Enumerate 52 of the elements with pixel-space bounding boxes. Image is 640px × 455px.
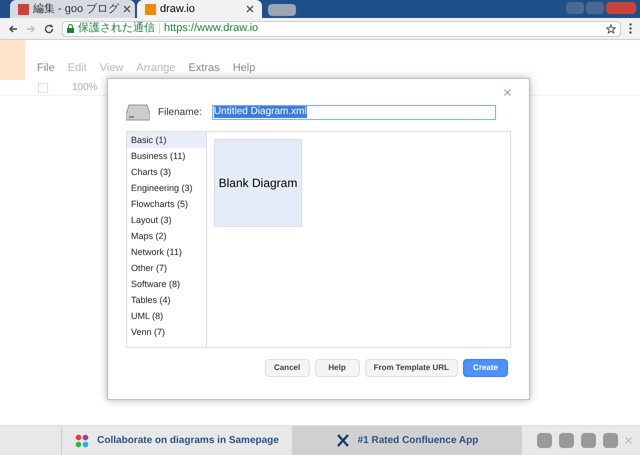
site-icon [18,4,29,14]
menu-icon[interactable] [629,23,632,34]
category-item[interactable]: Tables (4) [127,292,206,308]
category-item[interactable]: Engineering (3) [127,180,206,196]
footer-link-text: #1 Rated Confluence App [358,434,478,448]
menu-item[interactable]: Help [232,60,256,76]
security-label: 保護された通信 [78,20,155,36]
category-item[interactable]: UML (8) [127,308,206,324]
browser-tab[interactable]: 編集 - goo ブログ [10,0,135,18]
close-window-button[interactable] [606,2,636,14]
filename-field[interactable]: Untitled Diagram.xml [212,104,496,120]
browser-tab[interactable]: draw.io [137,0,262,18]
category-item[interactable]: Network (11) [127,244,206,260]
filename-value: Untitled Diagram.xml [214,106,307,118]
site-icon [145,4,156,14]
dialog-button[interactable]: Help [314,359,360,377]
menu-item[interactable]: File [37,60,55,76]
app-logo [0,40,25,80]
category-item[interactable]: Other (7) [127,260,206,276]
category-item[interactable]: Venn (7) [127,324,206,340]
category-item[interactable]: Business (11) [127,148,206,164]
address-bar[interactable]: 保護された通信 https://www.draw.io [62,20,621,36]
dialog-button[interactable]: From Template URL [364,359,458,377]
category-item[interactable]: Software (8) [127,276,206,292]
footer-link[interactable]: Collaborate on diagrams in Samepage [62,426,292,455]
footer-link[interactable]: #1 Rated Confluence App [292,426,522,455]
star-icon[interactable] [606,24,616,34]
reload-icon[interactable] [44,24,54,34]
tab-title: 編集 - goo ブログ [33,2,120,17]
category-item[interactable]: Maps (2) [127,228,206,244]
menu-item[interactable]: Extras [188,60,220,76]
template-tile[interactable]: Blank Diagram [214,139,302,227]
minimize-button[interactable] [566,2,584,14]
filename-label: Filename: [158,106,202,120]
new-tab-button[interactable] [268,4,296,16]
back-icon[interactable] [8,24,18,34]
close-icon[interactable] [246,5,254,13]
tab-title: draw.io [160,2,196,17]
dialog-button[interactable]: Cancel [264,359,310,377]
url-text: https://www.draw.io [164,21,260,36]
drive-icon [126,104,150,120]
category-item[interactable]: Basic (1) [127,132,206,148]
category-item[interactable]: Charts (3) [127,164,206,180]
close-icon[interactable] [123,5,132,13]
footer-link-text: Collaborate on diagrams in Samepage [97,434,279,448]
forward-icon[interactable] [26,24,36,34]
category-item[interactable]: Flowcharts (5) [127,196,206,212]
category-item[interactable]: Layout (3) [127,212,206,228]
maximize-button[interactable] [586,2,604,14]
lock-icon [67,24,74,33]
dots-logo-icon [75,434,90,448]
format-icon[interactable] [38,82,48,92]
